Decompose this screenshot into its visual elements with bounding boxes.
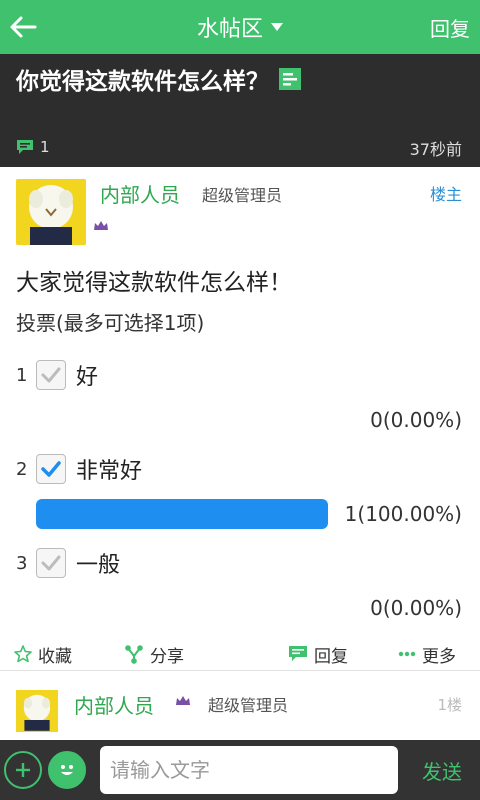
vote-checkbox[interactable] (36, 548, 66, 578)
more-label: 更多 (422, 646, 456, 667)
more-button[interactable]: 更多 (398, 637, 456, 671)
vote-checkbox[interactable] (36, 360, 66, 390)
option-result: 1(100.00%) (344, 502, 462, 526)
author-role: 超级管理员 (208, 696, 289, 715)
vote-progress-fill (36, 499, 328, 529)
option-result: 0(0.00%) (370, 596, 462, 620)
reply-top-button[interactable]: 回复 (430, 0, 470, 54)
author-role: 超级管理员 (202, 186, 283, 205)
thread-title-row: 你觉得这款软件怎么样？ (16, 62, 301, 96)
crown-icon (94, 221, 108, 230)
thread-title: 你觉得这款软件怎么样？ (16, 69, 269, 95)
vote-option[interactable]: 3 一般 (16, 545, 466, 581)
back-arrow-icon (10, 16, 37, 38)
share-icon (125, 645, 143, 664)
favorite-button[interactable]: 收藏 (14, 637, 72, 671)
top-bar: 水帖区 回复 (0, 0, 480, 54)
author-name[interactable]: 内部人员 (74, 690, 154, 719)
comment-count-value: 1 (40, 138, 50, 156)
forum-selector[interactable]: 水帖区 (150, 0, 330, 54)
comment-icon (17, 140, 33, 154)
option-label: 非常好 (76, 459, 143, 484)
vote-progress-bar (36, 499, 328, 529)
reply-button[interactable]: 回复 (288, 637, 348, 671)
post-action-bar: 收藏 分享 回复 更多 (0, 637, 480, 671)
share-label: 分享 (150, 646, 184, 667)
back-button[interactable] (0, 0, 46, 54)
thread-time: 37秒前 (409, 140, 462, 159)
checkmark-icon (41, 461, 61, 477)
bottom-input-bar: 发送 (0, 740, 480, 800)
checkmark-icon (41, 367, 61, 383)
thread-header: 你觉得这款软件怎么样？ 1 37秒前 (0, 54, 480, 167)
floor-label: 1楼 (437, 696, 462, 714)
option-label: 一般 (76, 553, 121, 578)
smiley-icon (61, 765, 73, 775)
avatar-image (16, 179, 86, 245)
vote-rule: 投票(最多可选择1项) (16, 311, 205, 335)
poll-badge-icon (279, 68, 301, 90)
vote-option[interactable]: 1 好 (16, 357, 466, 393)
floor-label: 楼主 (429, 185, 462, 204)
send-button[interactable]: 发送 (422, 740, 462, 800)
plus-icon (16, 763, 30, 777)
share-button[interactable]: 分享 (124, 637, 184, 671)
post-content: 大家觉得这款软件怎么样！ (16, 270, 292, 296)
emoji-button[interactable] (48, 751, 86, 789)
favorite-label: 收藏 (38, 646, 72, 667)
comment-count: 1 (16, 138, 50, 156)
option-label: 好 (76, 365, 99, 390)
star-icon (14, 645, 32, 663)
avatar[interactable] (16, 690, 58, 732)
checkmark-icon (41, 555, 61, 571)
add-attachment-button[interactable] (4, 751, 42, 789)
dropdown-triangle-icon (271, 23, 283, 31)
vote-option[interactable]: 2 非常好 (16, 451, 466, 487)
option-number: 3 (16, 552, 28, 574)
avatar-image (16, 691, 58, 731)
post-main: 内部人员 超级管理员 楼主 大家觉得这款软件怎么样！ 投票(最多可选择1项) 1… (0, 167, 480, 671)
post-reply-1: 内部人员 超级管理员 1楼 (0, 672, 480, 740)
vote-checkbox[interactable] (36, 454, 66, 484)
option-number: 2 (16, 458, 28, 480)
crown-icon (176, 696, 190, 705)
reply-label: 回复 (314, 646, 348, 667)
avatar[interactable] (16, 179, 86, 245)
forum-title: 水帖区 (196, 17, 263, 42)
message-input[interactable] (100, 746, 398, 794)
option-number: 1 (16, 364, 28, 386)
more-dots-icon (398, 651, 416, 657)
comment-icon (289, 646, 307, 661)
option-result: 0(0.00%) (370, 408, 462, 432)
author-name[interactable]: 内部人员 (100, 179, 180, 208)
